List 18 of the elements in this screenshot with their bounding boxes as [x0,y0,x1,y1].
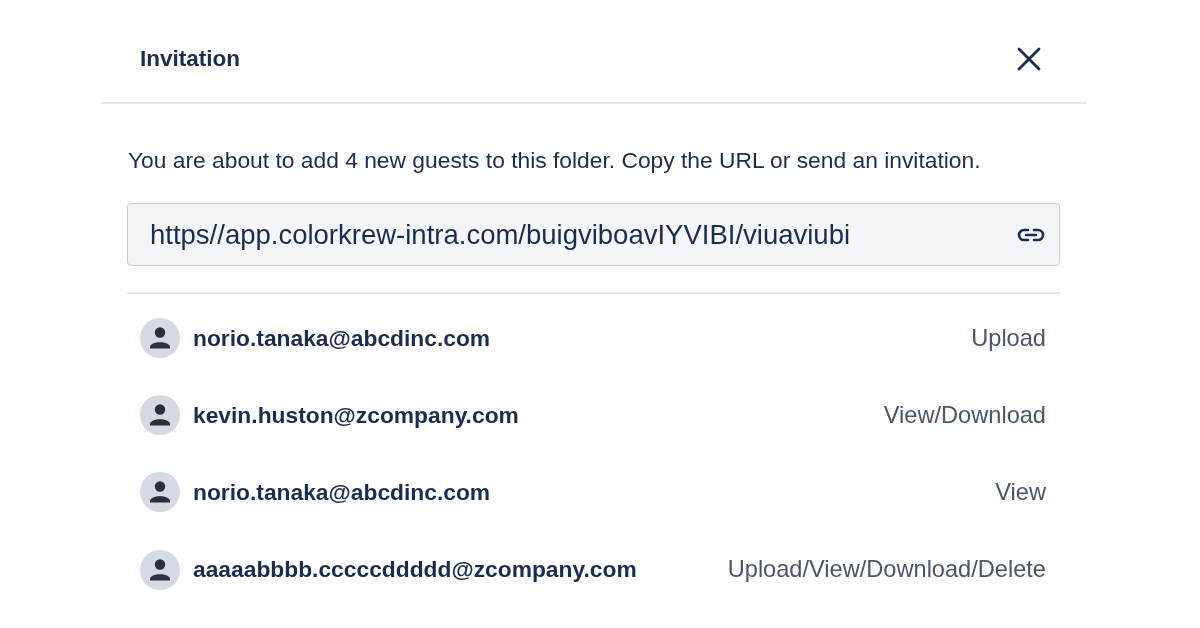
guest-email: aaaaabbbb.cccccddddd@zcompany.com [193,556,637,584]
invitation-message: You are about to add 4 new guests to this folder. Copy the URL or send an invitation. [128,146,982,174]
close-icon [1017,47,1041,71]
dialog-title: Invitation [140,46,240,72]
guest-permission: Upload/View/Download/Delete [727,556,1046,584]
guest-email: norio.tanaka@abcdinc.com [193,324,491,352]
guest-permission: Upload [971,324,1046,352]
url-field[interactable]: https//app.colorkrew-intra.com/buigviboavIYVIBI/viuaviubi [127,203,1060,266]
guest-email: kevin.huston@zcompany.com [193,401,519,429]
avatar-icon [140,318,180,359]
avatar-icon [140,395,180,436]
avatar-icon [140,472,180,513]
guest-permission: View [995,478,1046,506]
guest-permission: View/Download [883,401,1046,429]
avatar-icon [140,549,180,590]
link-icon[interactable] [1017,227,1045,242]
guest-email: norio.tanaka@abcdinc.com [193,478,491,506]
close-button[interactable] [1017,47,1041,71]
